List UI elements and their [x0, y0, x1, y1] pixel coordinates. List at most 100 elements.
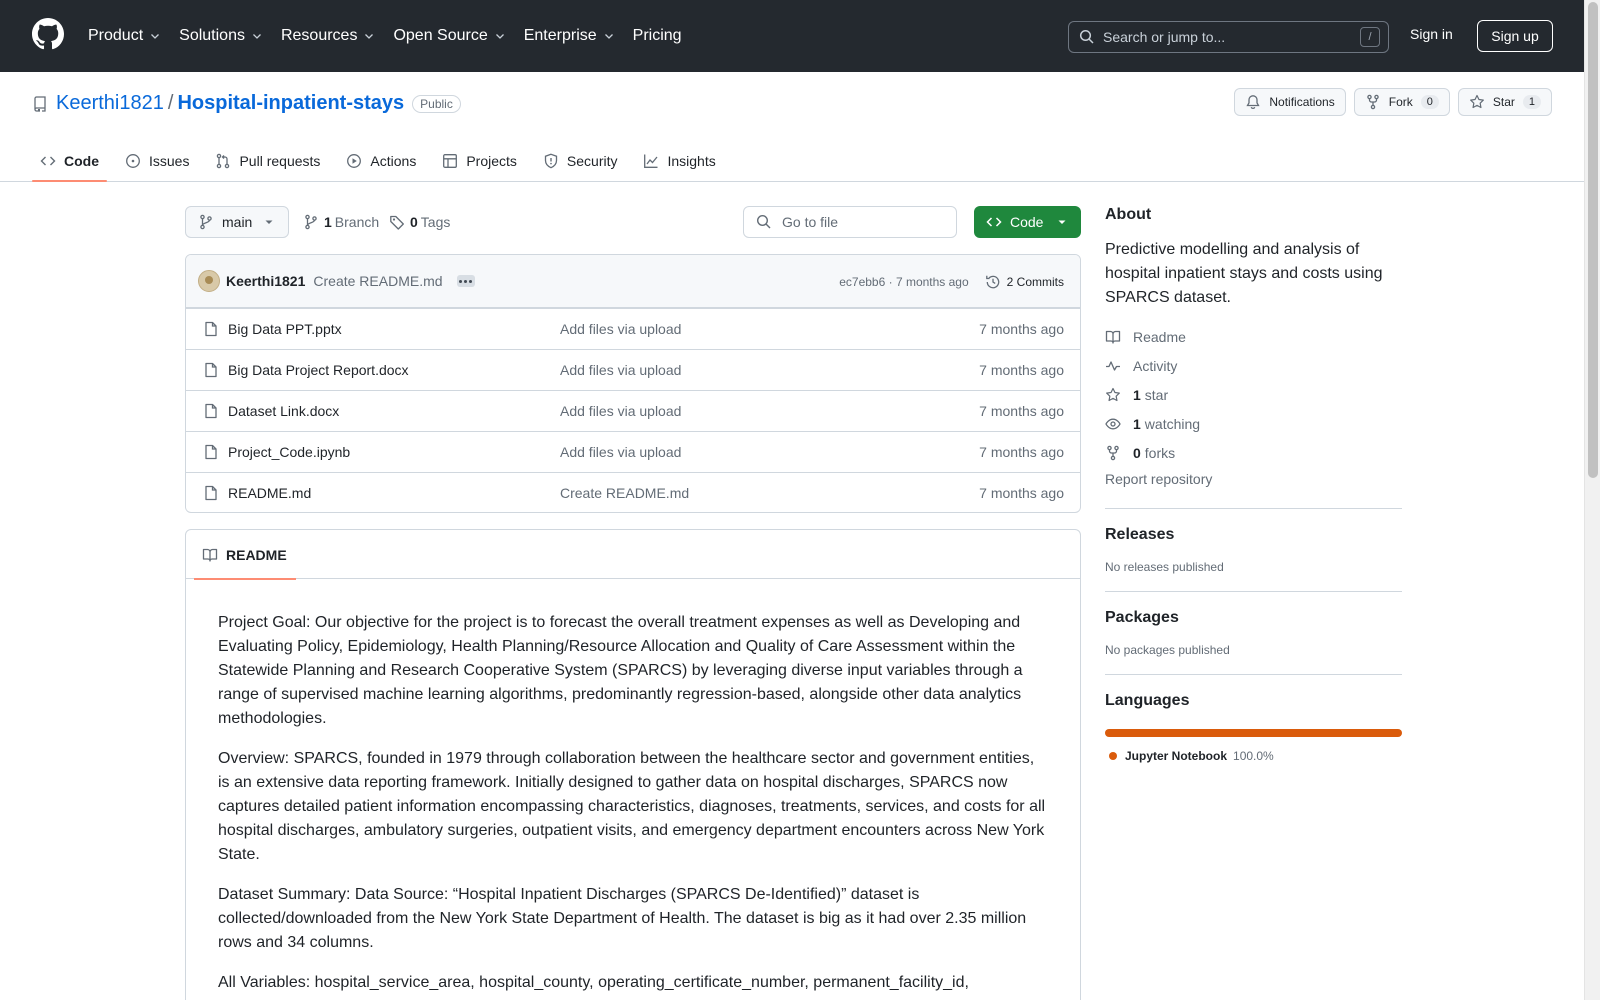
nav-product[interactable]: Product	[88, 22, 161, 50]
nav-pricing[interactable]: Pricing	[633, 22, 682, 50]
tag-icon	[390, 215, 404, 230]
commits-history-link[interactable]: 2 Commits	[985, 274, 1064, 290]
eye-icon	[1105, 418, 1121, 429]
file-commit-message-link[interactable]: Add files via upload	[560, 362, 681, 378]
star-button[interactable]: Star 1	[1457, 88, 1552, 116]
code-download-button[interactable]: Code	[974, 206, 1081, 238]
file-commit-date: 7 months ago	[979, 485, 1064, 501]
page-scrollbar[interactable]	[1584, 0, 1600, 1000]
repo-owner-link[interactable]: Keerthi1821	[56, 92, 164, 115]
file-icon	[205, 321, 217, 337]
chevron-down-icon	[365, 34, 374, 39]
table-icon	[443, 154, 458, 168]
fork-icon	[1366, 94, 1379, 110]
caret-down-icon	[265, 220, 273, 224]
file-name-link[interactable]: Big Data PPT.pptx	[228, 321, 342, 337]
book-icon	[1105, 330, 1121, 344]
top-nav: Product Solutions Resources Open Source …	[88, 22, 700, 50]
nav-solutions[interactable]: Solutions	[179, 22, 263, 50]
stars-link[interactable]: 1 star	[1105, 380, 1402, 409]
nav-resources[interactable]: Resources	[281, 22, 375, 50]
file-name-link[interactable]: README.md	[228, 485, 311, 501]
repo-title: Keerthi1821 / Hospital-inpatient-stays P…	[32, 92, 461, 115]
branches-link[interactable]: 1 Branch	[303, 214, 379, 230]
search-icon	[1079, 29, 1094, 44]
nav-product-label: Product	[88, 27, 144, 44]
tab-code[interactable]: Code	[32, 140, 107, 182]
global-search-input[interactable]: Search or jump to... /	[1068, 21, 1389, 53]
language-item[interactable]: Jupyter Notebook 100.0%	[1105, 749, 1402, 763]
forks-link[interactable]: 0 forks	[1105, 438, 1402, 467]
tab-issues-label: Issues	[149, 153, 190, 169]
github-logo-icon[interactable]	[32, 18, 64, 50]
table-row[interactable]: Project_Code.ipynb Add files via upload …	[186, 431, 1080, 472]
scrollbar-thumb[interactable]	[1588, 2, 1598, 478]
readme-paragraph: Project Goal: Our objective for the proj…	[218, 614, 1023, 727]
releases-heading[interactable]: Releases	[1105, 526, 1402, 544]
tab-security[interactable]: Security	[535, 140, 626, 182]
commit-message-link[interactable]: Create README.md	[313, 273, 442, 289]
packages-heading[interactable]: Packages	[1105, 609, 1402, 627]
activity-link[interactable]: Activity	[1105, 351, 1402, 380]
packages-empty-text: No packages published	[1105, 643, 1230, 657]
readme-content: Project Goal: Our objective for the proj…	[186, 579, 1080, 995]
file-commit-message-link[interactable]: Add files via upload	[560, 321, 681, 337]
notifications-button[interactable]: Notifications	[1234, 88, 1346, 116]
readme-paragraph: All Variables: hospital_service_area, ho…	[218, 974, 969, 991]
chevron-down-icon	[604, 34, 613, 39]
fork-button[interactable]: Fork 0	[1353, 88, 1450, 116]
language-bar	[1105, 729, 1402, 737]
divider	[1105, 591, 1402, 592]
activity-link-label: Activity	[1133, 357, 1178, 374]
about-links: Readme Activity 1 star 1 watching 0 fork…	[1105, 322, 1402, 491]
readme-link[interactable]: Readme	[1105, 322, 1402, 351]
repo-icon	[34, 95, 46, 112]
avatar[interactable]	[198, 270, 220, 292]
nav-open-source[interactable]: Open Source	[393, 22, 505, 50]
forks-count: 0	[1133, 444, 1141, 461]
divider	[1105, 674, 1402, 675]
repo-name-link[interactable]: Hospital-inpatient-stays	[177, 92, 404, 115]
tab-issues[interactable]: Issues	[117, 140, 197, 182]
fork-icon	[1107, 445, 1119, 460]
file-commit-message-link[interactable]: Create README.md	[560, 485, 689, 501]
report-repository-link[interactable]: Report repository	[1105, 471, 1402, 491]
table-row[interactable]: Dataset Link.docx Add files via upload 7…	[186, 390, 1080, 431]
commit-details-toggle[interactable]	[456, 275, 475, 287]
file-commit-message-link[interactable]: Add files via upload	[560, 444, 681, 460]
table-row[interactable]: README.md Create README.md 7 months ago	[186, 472, 1080, 512]
book-icon	[202, 548, 218, 562]
file-icon	[205, 444, 217, 460]
file-commit-date: 7 months ago	[979, 362, 1064, 378]
fork-count: 0	[1420, 95, 1439, 109]
tab-projects[interactable]: Projects	[434, 140, 525, 182]
tags-link[interactable]: 0 Tags	[389, 214, 450, 230]
file-name-link[interactable]: Project_Code.ipynb	[228, 444, 350, 460]
tag-count: 0	[410, 214, 418, 230]
nav-enterprise[interactable]: Enterprise	[524, 22, 615, 50]
commit-author-link[interactable]: Keerthi1821	[226, 273, 305, 289]
watchers-link[interactable]: 1 watching	[1105, 409, 1402, 438]
go-to-file-input[interactable]: Go to file	[743, 206, 957, 238]
watching-label: watching	[1144, 415, 1201, 432]
nav-solutions-label: Solutions	[179, 27, 245, 44]
file-name-link[interactable]: Dataset Link.docx	[228, 403, 339, 419]
sign-up-button[interactable]: Sign up	[1477, 20, 1553, 52]
commit-hash-time[interactable]: ec7ebb6 · 7 months ago	[839, 275, 968, 289]
tab-insights[interactable]: Insights	[635, 140, 723, 182]
file-name-link[interactable]: Big Data Project Report.docx	[228, 362, 409, 378]
branch-selector-button[interactable]: main	[185, 206, 289, 238]
stars-label: star	[1144, 386, 1169, 403]
branch-icon	[200, 214, 212, 230]
table-row[interactable]: Big Data Project Report.docx Add files v…	[186, 349, 1080, 390]
tab-pull-requests[interactable]: Pull requests	[207, 140, 328, 182]
sign-in-link[interactable]: Sign in	[1410, 26, 1453, 42]
tab-actions[interactable]: Actions	[338, 140, 424, 182]
repo-tabs: Code Issues Pull requests Actions Projec…	[32, 140, 734, 182]
code-button-label: Code	[1010, 214, 1044, 230]
code-icon	[986, 217, 1002, 227]
file-commit-message-link[interactable]: Add files via upload	[560, 403, 681, 419]
tab-readme[interactable]: README	[194, 530, 296, 580]
table-row[interactable]: Big Data PPT.pptx Add files via upload 7…	[186, 308, 1080, 349]
nav-open-source-label: Open Source	[393, 27, 488, 44]
